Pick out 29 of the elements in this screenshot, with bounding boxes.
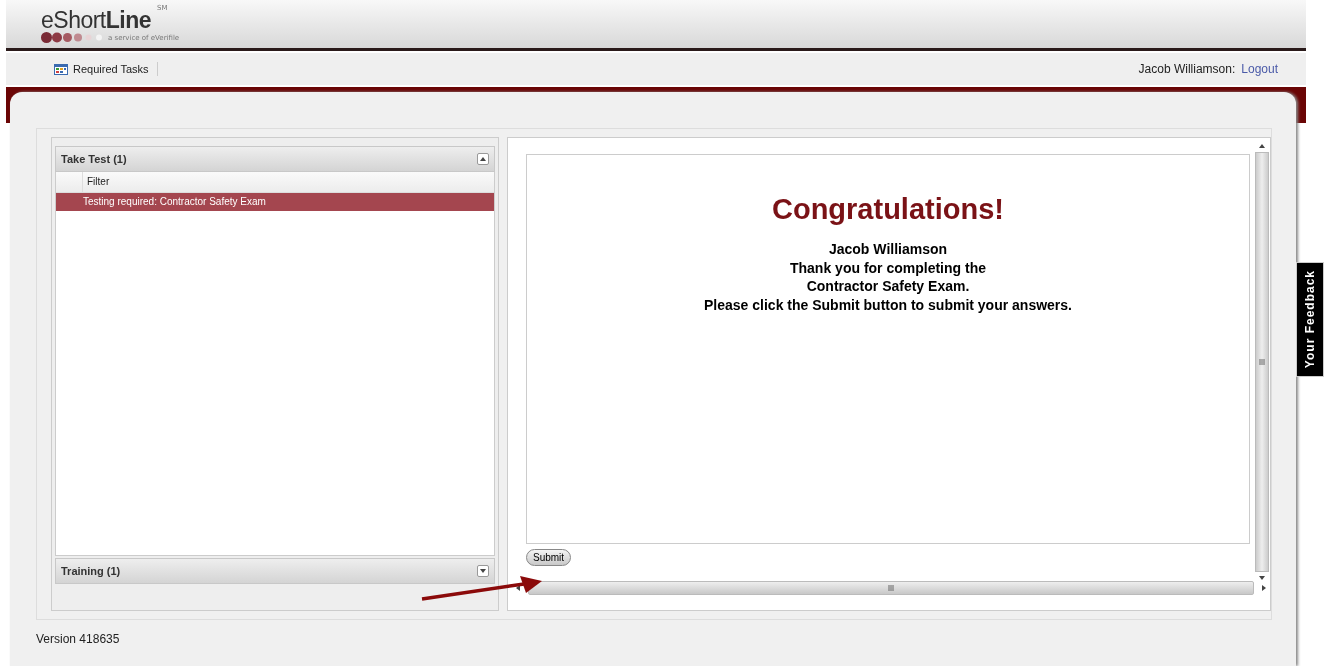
message-line: Please click the Submit button to submit your answers. [704, 295, 1072, 314]
logo-text[interactable]: eShortLine [41, 8, 152, 32]
submit-button[interactable]: Submit [526, 549, 572, 566]
feedback-tab[interactable]: Your Feedback [1296, 262, 1324, 377]
user-name: Jacob Williamson: [1138, 62, 1236, 76]
section-title: Training (1) [61, 565, 121, 577]
caret-down-icon [480, 569, 486, 573]
section-header[interactable]: Take Test (1) [55, 146, 495, 172]
section-title: Take Test (1) [61, 153, 127, 165]
dots-icon [41, 32, 103, 43]
caret-up-icon [1259, 144, 1265, 148]
message-line: Thank you for completing the [790, 258, 986, 277]
task-row[interactable]: Testing required: Contractor Safety Exam [56, 193, 494, 211]
filter-header[interactable]: Filter [82, 172, 110, 192]
grip-icon [888, 585, 894, 591]
grip-icon [1259, 359, 1265, 365]
toggle-button[interactable] [477, 565, 489, 577]
logout-link[interactable]: Logout [1241, 62, 1278, 76]
calendar-icon [54, 63, 68, 75]
caret-down-icon [1259, 576, 1265, 580]
toolbar-button[interactable]: Required Tasks [48, 62, 158, 76]
caret-up-icon [480, 157, 486, 161]
toggle-button[interactable] [477, 153, 489, 165]
section-header[interactable]: Training (1) [55, 558, 495, 584]
message-line: Contractor Safety Exam. [806, 277, 970, 296]
caret-right-icon [1262, 585, 1266, 591]
heading: Congratulations! [772, 193, 1004, 226]
version-label: Version 418635 [36, 632, 121, 646]
message-line: Jacob Williamson [828, 240, 948, 259]
